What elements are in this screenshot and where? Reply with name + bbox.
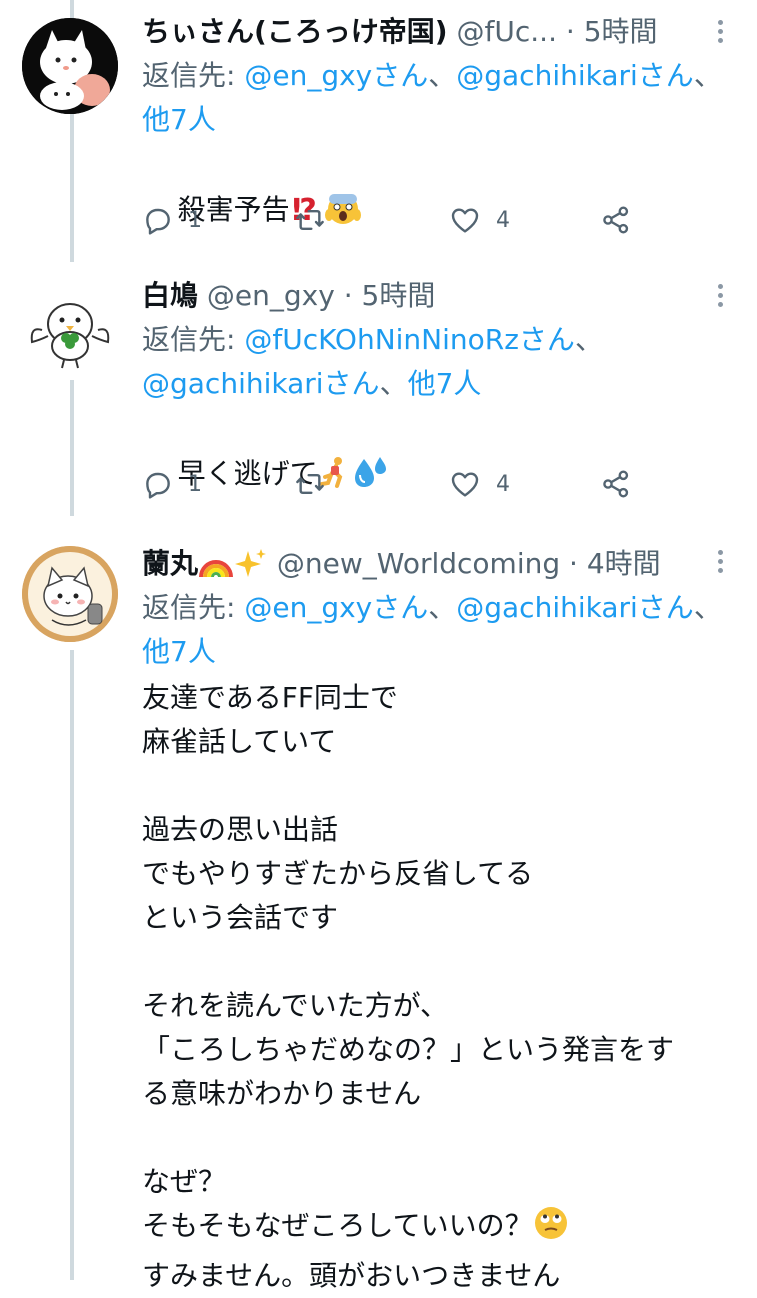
others-link[interactable]: 他7人 <box>142 635 216 668</box>
display-name[interactable]: 蘭丸 <box>142 547 198 580</box>
tweet-header: ちぃさん(ころっけ帝国) @fUc... · 5時間 <box>142 12 697 52</box>
tweet-text: 友達であるFF同士で 麻雀話していて 過去の思い出話 でもやりすぎたから反省して… <box>142 676 742 1298</box>
mention-link[interactable]: @fUcKOhNinNinoRzさん <box>244 323 575 356</box>
mention-separator: 、 <box>379 367 408 400</box>
replying-prefix: 返信先: <box>142 591 245 624</box>
mention-link[interactable]: @gachihikariさん <box>456 591 694 624</box>
like-count: 4 <box>496 207 510 233</box>
replying-to: 返信先: @en_gxyさん、@gachihikariさん、他7人 <box>142 586 732 674</box>
avatar[interactable] <box>22 284 118 380</box>
reply-button[interactable]: 1 <box>142 464 202 504</box>
rainbow-icon <box>198 549 234 584</box>
mention-separator: 、 <box>574 323 603 356</box>
tweet-actions: 1 4 <box>142 200 642 240</box>
tweet-line: 「ころしちゃだめなの？」という発言をす <box>142 1033 675 1066</box>
heart-icon <box>451 208 479 233</box>
retweet-button[interactable] <box>292 200 328 240</box>
reply-count: 1 <box>188 471 202 497</box>
share-button[interactable] <box>600 464 632 504</box>
avatar[interactable] <box>22 18 118 114</box>
reply-icon <box>146 472 170 499</box>
separator-dot: · <box>569 547 578 580</box>
more-options-icon[interactable] <box>713 20 727 50</box>
heart-icon <box>451 472 479 497</box>
mention-separator: 、 <box>428 59 457 92</box>
like-button[interactable]: 4 <box>448 464 510 504</box>
tweet-line: すみません。頭がおいつきません <box>142 1259 561 1292</box>
reply-count: 1 <box>188 207 202 233</box>
sparkles-icon <box>234 547 268 584</box>
others-link[interactable]: 他7人 <box>408 367 482 400</box>
tweet-actions: 1 4 <box>142 464 642 504</box>
timestamp[interactable]: 5時間 <box>362 279 436 312</box>
tweet-line: なぜ？ <box>142 1165 227 1198</box>
others-link[interactable]: 他7人 <box>142 103 216 136</box>
separator-dot: · <box>343 279 353 312</box>
replying-prefix: 返信先: <box>142 323 245 356</box>
like-button[interactable]: 4 <box>448 200 510 240</box>
tweet-line: 過去の思い出話 <box>142 813 339 846</box>
user-handle[interactable]: @fUc... <box>457 15 557 48</box>
timestamp[interactable]: 5時間 <box>584 15 658 48</box>
timestamp[interactable]: 4時間 <box>587 547 661 580</box>
tweet-line: 麻雀話していて <box>142 725 337 758</box>
reply-icon <box>146 208 170 235</box>
mention-separator: 、 <box>693 59 722 92</box>
share-icon <box>603 470 629 498</box>
avatar[interactable] <box>22 546 118 642</box>
tweet-line: でもやりすぎたから反省してる <box>142 857 534 890</box>
tweet-line: という会話です <box>142 901 339 934</box>
reply-button[interactable]: 1 <box>142 200 202 240</box>
tweet-header: 白鳩 @en_gxy · 5時間 <box>142 276 697 316</box>
display-name[interactable]: ちぃさん(ころっけ帝国) <box>142 15 448 48</box>
tweet-line: そもそもなぜころしていいの？ <box>142 1209 533 1242</box>
retweet-icon <box>296 474 324 494</box>
share-icon <box>603 206 629 234</box>
share-button[interactable] <box>600 200 632 240</box>
mention-separator: 、 <box>693 591 722 624</box>
mention-link[interactable]: @en_gxyさん <box>244 59 428 92</box>
user-handle[interactable]: @en_gxy <box>207 279 335 312</box>
tweet-line-with-emoji: そもそもなぜころしていいの？ <box>142 1204 742 1254</box>
user-handle[interactable]: @new_Worldcoming <box>277 547 560 580</box>
more-options-icon[interactable] <box>713 550 727 580</box>
mention-link[interactable]: @en_gxyさん <box>244 591 428 624</box>
replying-to: 返信先: @fUcKOhNinNinoRzさん、@gachihikariさん、他… <box>142 318 732 406</box>
tweet-line: それを読んでいた方が、 <box>142 989 449 1022</box>
tweet-line: 友達であるFF同士で <box>142 681 398 714</box>
tweet-line: る意味がわかりません <box>142 1077 422 1110</box>
replying-prefix: 返信先: <box>142 59 245 92</box>
mention-link[interactable]: @gachihikariさん <box>456 59 694 92</box>
mention-separator: 、 <box>428 591 457 624</box>
retweet-icon <box>296 210 324 230</box>
like-count: 4 <box>496 471 510 497</box>
display-name[interactable]: 白鳩 <box>142 279 198 312</box>
tweet-1[interactable]: ちぃさん(ころっけ帝国) @fUc... · 5時間 返信先: @en_gxyさ… <box>0 0 757 265</box>
replying-to: 返信先: @en_gxyさん、@gachihikariさん、他7人 <box>142 54 732 142</box>
more-options-icon[interactable] <box>713 284 727 314</box>
tweet-2[interactable]: 白鳩 @en_gxy · 5時間 返信先: @fUcKOhNinNinoRzさん… <box>0 266 757 531</box>
face-with-rolling-eyes-icon <box>533 1205 569 1254</box>
tweet-3[interactable]: 蘭丸 @new_Worldcoming · 4時間 返信先: @en_gxyさん… <box>0 532 757 1292</box>
mention-link[interactable]: @gachihikariさん <box>142 367 380 400</box>
retweet-button[interactable] <box>292 464 328 504</box>
separator-dot: · <box>565 15 575 48</box>
tweet-header: 蘭丸 @new_Worldcoming · 4時間 <box>142 544 697 584</box>
